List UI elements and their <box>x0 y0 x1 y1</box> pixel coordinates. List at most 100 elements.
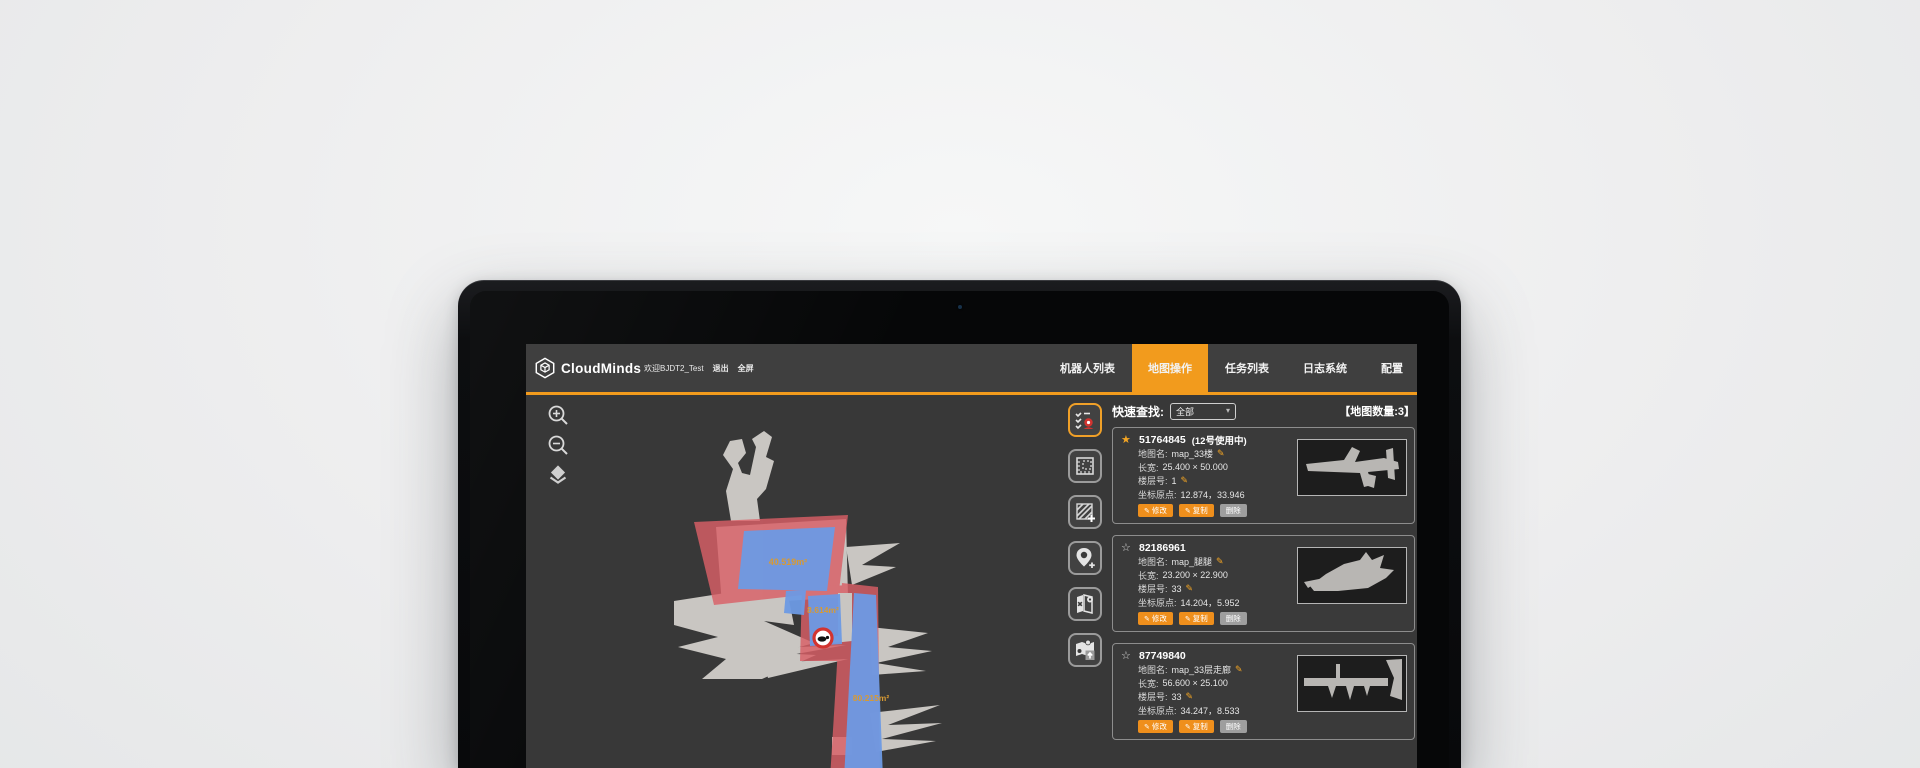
nav-tab-robot-list[interactable]: 机器人列表 <box>1043 344 1132 392</box>
edit-floor-icon[interactable]: ✎ <box>1186 584 1194 593</box>
pencil-icon: ✎ <box>1144 615 1150 623</box>
pencil-icon: ✎ <box>1144 507 1150 515</box>
field-label-size: 长宽: <box>1138 461 1159 474</box>
copy-map-button[interactable]: ✎复制 <box>1179 612 1214 625</box>
pencil-icon: ✎ <box>1185 507 1191 515</box>
edit-name-icon[interactable]: ✎ <box>1216 557 1224 566</box>
upload-map-tool[interactable] <box>1068 633 1102 667</box>
map-toolbar <box>1068 403 1102 667</box>
chevron-down-icon: ▾ <box>1226 407 1230 415</box>
favorite-star-icon[interactable]: ☆ <box>1121 651 1133 662</box>
pencil-icon: ✎ <box>1185 615 1191 623</box>
edit-map-button[interactable]: ✎修改 <box>1138 720 1173 733</box>
map-origin-value: 34.247，8.533 <box>1181 704 1240 717</box>
map-id: 51764845 <box>1139 434 1186 446</box>
delete-map-tool[interactable] <box>1068 587 1102 621</box>
field-label-floor: 楼层号: <box>1138 582 1168 595</box>
laptop-mockup: CloudMinds 欢迎BJDT2_Test 退出 全屏 机器人列表 地图操作… <box>458 280 1461 768</box>
field-label-origin: 坐标原点: <box>1138 704 1177 717</box>
webcam-dot <box>958 305 962 309</box>
zoom-out-icon[interactable] <box>546 433 570 457</box>
map-origin-value: 14.204，5.952 <box>1181 596 1240 609</box>
copy-map-button[interactable]: ✎复制 <box>1179 504 1214 517</box>
field-label-name: 地图名: <box>1138 447 1168 460</box>
field-label-floor: 楼层号: <box>1138 474 1168 487</box>
layers-icon[interactable] <box>546 463 570 487</box>
room-small-area-label: 8.614m² <box>807 605 839 615</box>
user-session-area: 欢迎BJDT2_Test 退出 全屏 <box>644 344 754 392</box>
map-zoom-controls <box>546 403 570 487</box>
map-viewport[interactable]: 40.519m² 8.614m² 80.215m² <box>526 395 1417 768</box>
delete-map-button[interactable]: 删除 <box>1220 504 1247 517</box>
add-poi-tool[interactable] <box>1068 541 1102 575</box>
map-size-value: 23.200 × 22.900 <box>1163 570 1228 580</box>
nav-tab-map-operation[interactable]: 地图操作 <box>1132 344 1208 392</box>
edit-floor-icon[interactable]: ✎ <box>1186 692 1194 701</box>
room-large-area-label: 40.519m² <box>769 557 808 567</box>
occupancy-map-canvas[interactable]: 40.519m² 8.614m² 80.215m² <box>526 395 1071 768</box>
favorite-star-icon[interactable]: ☆ <box>1121 543 1133 554</box>
app-window: CloudMinds 欢迎BJDT2_Test 退出 全屏 机器人列表 地图操作… <box>526 344 1417 768</box>
corridor-area-label: 80.215m² <box>853 693 890 703</box>
favorite-star-icon[interactable]: ★ <box>1121 435 1133 446</box>
map-floor-value: 33 <box>1172 692 1182 702</box>
delete-map-button[interactable]: 删除 <box>1220 720 1247 733</box>
quick-find-label: 快速查找: <box>1112 403 1164 420</box>
map-thumbnail[interactable] <box>1297 547 1407 604</box>
zoom-in-icon[interactable] <box>546 403 570 427</box>
quick-find-bar: 快速查找: 全部 ▾ 【地图数量:3】 <box>1112 401 1415 421</box>
map-size-value: 25.400 × 50.000 <box>1163 462 1228 472</box>
nav-tab-config[interactable]: 配置 <box>1364 344 1417 392</box>
edit-name-icon[interactable]: ✎ <box>1217 449 1225 458</box>
map-card[interactable]: ★ 51764845 (12号使用中) 地图名:map_33楼✎ 长宽:25.4… <box>1112 427 1415 524</box>
map-floor-value: 33 <box>1172 584 1182 594</box>
brand-name: CloudMinds <box>561 361 641 376</box>
map-id: 82186961 <box>1139 542 1186 554</box>
edit-floor-icon[interactable]: ✎ <box>1181 476 1189 485</box>
map-floor-value: 1 <box>1172 476 1177 486</box>
welcome-text: 欢迎BJDT2_Test <box>644 363 704 374</box>
edit-map-button[interactable]: ✎修改 <box>1138 504 1173 517</box>
nav-tab-task-list[interactable]: 任务列表 <box>1208 344 1286 392</box>
pencil-icon: ✎ <box>1185 723 1191 731</box>
field-label-size: 长宽: <box>1138 677 1159 690</box>
poi-task-list-tool[interactable] <box>1068 403 1102 437</box>
map-name-value: map_33层走廊 <box>1172 663 1232 676</box>
add-restricted-zone-tool[interactable] <box>1068 495 1102 529</box>
cloudminds-hexagon-cube-icon <box>534 357 556 379</box>
map-card[interactable]: ☆ 82186961 地图名:map_腿腿✎ 长宽:23.200 × 22.90… <box>1112 535 1415 632</box>
map-thumbnail[interactable] <box>1297 655 1407 712</box>
field-label-name: 地图名: <box>1138 663 1168 676</box>
logout-link[interactable]: 退出 <box>713 363 729 374</box>
nav-tab-log-system[interactable]: 日志系统 <box>1286 344 1364 392</box>
map-origin-value: 12.874，33.946 <box>1181 488 1245 501</box>
map-in-use-note: (12号使用中) <box>1192 433 1247 447</box>
map-name-value: map_33楼 <box>1172 447 1214 460</box>
no-entry-marker[interactable] <box>814 629 832 647</box>
edit-map-button[interactable]: ✎修改 <box>1138 612 1173 625</box>
pencil-icon: ✎ <box>1144 723 1150 731</box>
edit-name-icon[interactable]: ✎ <box>1235 665 1243 674</box>
map-name-value: map_腿腿 <box>1172 555 1213 568</box>
map-size-value: 56.600 × 25.100 <box>1163 678 1228 688</box>
measure-area-tool[interactable] <box>1068 449 1102 483</box>
field-label-size: 长宽: <box>1138 569 1159 582</box>
delete-map-button[interactable]: 删除 <box>1220 612 1247 625</box>
map-count-badge: 【地图数量:3】 <box>1339 403 1415 419</box>
quick-find-select[interactable]: 全部 ▾ <box>1170 403 1236 420</box>
field-label-floor: 楼层号: <box>1138 690 1168 703</box>
map-thumbnail[interactable] <box>1297 439 1407 496</box>
field-label-origin: 坐标原点: <box>1138 488 1177 501</box>
top-navigation-bar: CloudMinds 欢迎BJDT2_Test 退出 全屏 机器人列表 地图操作… <box>526 344 1417 392</box>
fullscreen-link[interactable]: 全屏 <box>738 363 754 374</box>
main-nav: 机器人列表 地图操作 任务列表 日志系统 配置 <box>1043 344 1417 392</box>
brand-logo: CloudMinds <box>534 344 641 392</box>
copy-map-button[interactable]: ✎复制 <box>1179 720 1214 733</box>
map-list-panel: 快速查找: 全部 ▾ 【地图数量:3】 ★ 51764845 (12号使用中) <box>1112 401 1415 751</box>
map-card[interactable]: ☆ 87749840 地图名:map_33层走廊✎ 长宽:56.600 × 25… <box>1112 643 1415 740</box>
quick-find-selected-value: 全部 <box>1176 405 1226 418</box>
map-id: 87749840 <box>1139 650 1186 662</box>
field-label-origin: 坐标原点: <box>1138 596 1177 609</box>
laptop-screen-glass: CloudMinds 欢迎BJDT2_Test 退出 全屏 机器人列表 地图操作… <box>470 291 1449 768</box>
field-label-name: 地图名: <box>1138 555 1168 568</box>
